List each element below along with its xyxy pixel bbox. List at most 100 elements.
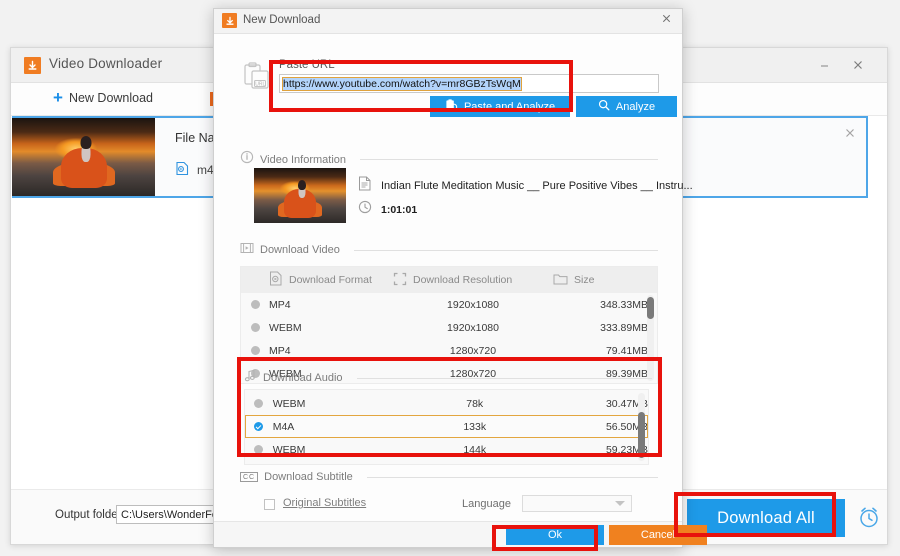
column-label: Download Format: [289, 274, 372, 286]
dialog-footer: Ok Cancel: [214, 521, 682, 547]
divider: [354, 250, 658, 251]
cancel-button[interactable]: Cancel: [609, 525, 707, 545]
close-icon[interactable]: [845, 54, 871, 76]
film-icon: [240, 241, 254, 259]
new-download-button[interactable]: + New Download: [53, 89, 153, 106]
video-information-label: Video Information: [260, 154, 346, 166]
row-size: 30.47MB: [554, 398, 648, 410]
format-disc-icon: [269, 271, 283, 289]
column-label: Download Resolution: [413, 274, 512, 286]
row-radio[interactable]: [241, 300, 269, 309]
paste-and-analyze-button[interactable]: Paste and Analyze: [430, 96, 570, 117]
download-all-button[interactable]: Download All: [687, 499, 845, 537]
divider: [360, 159, 658, 160]
video-information-section: Video Information Indian Flute Meditatio…: [240, 150, 658, 169]
table-row[interactable]: MP41280x72079.41MB: [241, 339, 657, 362]
row-resolution: 1920x1080: [393, 322, 553, 334]
language-select[interactable]: [522, 495, 632, 512]
download-audio-label: Download Audio: [263, 372, 343, 384]
download-audio-section: Download Audio: [244, 369, 652, 387]
table-row[interactable]: WEBM144k59.23MB: [245, 438, 648, 461]
minimize-icon[interactable]: [811, 54, 837, 76]
document-icon: [358, 176, 372, 196]
download-subtitle-label: Download Subtitle: [264, 471, 353, 483]
row-radio[interactable]: [241, 323, 269, 332]
row-bitrate: 78k: [396, 398, 554, 410]
column-download-resolution: Download Resolution: [393, 272, 553, 289]
row-format: WEBM: [269, 322, 393, 334]
alarm-clock-icon[interactable]: [856, 504, 882, 535]
audio-formats-table: WEBM78k30.47MBM4A133k56.50MBWEBM144k59.2…: [244, 389, 649, 465]
video-formats-table: Download Format Download Resolution Size…: [240, 266, 658, 384]
search-icon: [598, 99, 610, 114]
row-radio[interactable]: [245, 399, 273, 408]
close-icon[interactable]: [844, 127, 856, 142]
original-subtitles-label[interactable]: Original Subtitles: [283, 497, 366, 509]
clipboard-search-icon: [445, 99, 458, 115]
url-input-value: https://www.youtube.com/watch?v=mr8GBzTs…: [283, 78, 521, 90]
table-row[interactable]: WEBM78k30.47MB: [245, 392, 648, 415]
output-folder-label: Output folder:: [55, 509, 125, 521]
row-resolution: 1280x720: [393, 345, 553, 357]
row-format: MP4: [269, 299, 393, 311]
analyze-button[interactable]: Analyze: [576, 96, 677, 117]
row-bitrate: 133k: [396, 421, 554, 433]
table-row[interactable]: WEBM1920x1080333.89MB: [241, 316, 657, 339]
row-size: 56.50MB: [554, 421, 648, 433]
row-size: 59.23MB: [554, 444, 648, 456]
row-bitrate: 144k: [396, 444, 554, 456]
clock-icon: [358, 200, 372, 219]
analyze-label: Analyze: [616, 101, 655, 113]
download-arrow-icon: [222, 13, 237, 28]
dialog-titlebar: New Download: [214, 9, 682, 34]
chevron-down-icon: [615, 501, 625, 506]
row-format: M4A: [273, 421, 396, 433]
divider: [357, 378, 652, 379]
task-thumbnail: [12, 118, 155, 196]
row-format: WEBM: [273, 444, 396, 456]
audio-table-rows: WEBM78k30.47MBM4A133k56.50MBWEBM144k59.2…: [245, 390, 648, 461]
cc-icon: CC: [240, 472, 258, 482]
ok-button[interactable]: Ok: [506, 525, 604, 545]
row-radio[interactable]: [241, 346, 269, 355]
row-size: 79.41MB: [553, 345, 648, 357]
row-radio[interactable]: [245, 445, 273, 454]
paste-and-analyze-label: Paste and Analyze: [464, 101, 555, 113]
original-subtitles-checkbox[interactable]: [264, 499, 275, 510]
plus-icon: +: [53, 89, 63, 106]
video-table-scrollbar-thumb[interactable]: [647, 297, 654, 319]
row-size: 333.89MB: [553, 322, 648, 334]
video-table-header: Download Format Download Resolution Size: [241, 267, 657, 293]
media-file-icon: [175, 161, 190, 179]
main-window-title: Video Downloader: [49, 56, 162, 71]
video-title-row: Indian Flute Meditation Music __ Pure Po…: [358, 176, 693, 196]
audio-table-scrollbar-thumb[interactable]: [638, 412, 645, 458]
download-subtitle-section: CC Download Subtitle: [240, 471, 658, 483]
column-size: Size: [553, 272, 643, 288]
crop-frame-icon: [393, 272, 407, 289]
video-title: Indian Flute Meditation Music __ Pure Po…: [381, 180, 693, 192]
column-download-format: Download Format: [241, 271, 393, 289]
music-note-icon: [244, 369, 257, 387]
download-video-label: Download Video: [260, 244, 340, 256]
paste-url-label: Paste URL: [279, 59, 335, 71]
table-row[interactable]: M4A133k56.50MB: [245, 415, 648, 438]
language-label: Language: [462, 498, 511, 510]
folder-icon: [553, 272, 568, 288]
divider: [367, 477, 658, 478]
row-radio[interactable]: [245, 422, 273, 431]
download-arrow-icon: [24, 57, 41, 74]
table-row[interactable]: MP41920x1080348.33MB: [241, 293, 657, 316]
url-input[interactable]: https://www.youtube.com/watch?v=mr8GBzTs…: [279, 74, 659, 93]
row-format: MP4: [269, 345, 393, 357]
video-duration: 1:01:01: [381, 204, 417, 216]
video-duration-row: 1:01:01: [358, 200, 417, 219]
info-circle-icon: [240, 150, 254, 169]
new-download-dialog: New Download URL Paste URL https://www.y…: [213, 8, 683, 548]
column-label: Size: [574, 274, 594, 286]
new-download-label: New Download: [69, 91, 153, 105]
row-format: WEBM: [273, 398, 396, 410]
video-thumbnail: [254, 168, 346, 223]
download-video-section: Download Video: [240, 241, 658, 259]
close-icon[interactable]: [661, 13, 672, 27]
